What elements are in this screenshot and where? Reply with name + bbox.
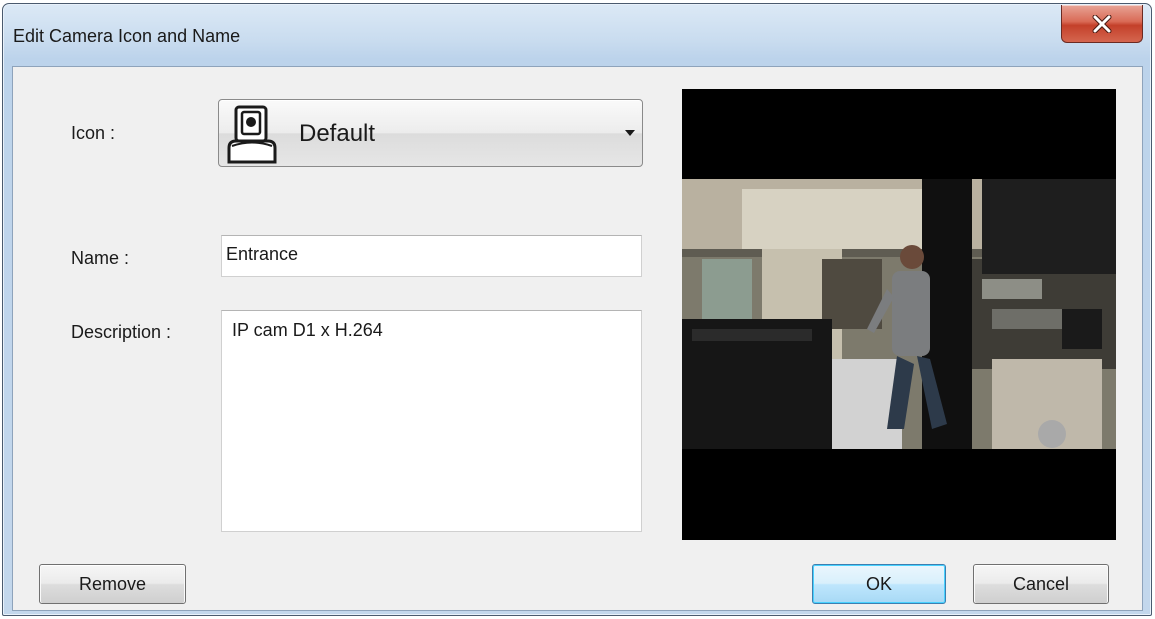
close-button[interactable] xyxy=(1061,5,1143,43)
camera-preview xyxy=(682,89,1116,540)
cancel-button[interactable]: Cancel xyxy=(973,564,1109,604)
name-label: Name : xyxy=(71,248,130,268)
dialog-window: Edit Camera Icon and Name Icon : Default… xyxy=(2,3,1152,616)
camera-preview-image xyxy=(682,179,1116,449)
icon-dropdown-value: Default xyxy=(299,120,376,147)
title-bar[interactable]: Edit Camera Icon and Name xyxy=(3,4,1151,66)
ok-button[interactable]: OK xyxy=(812,564,946,604)
ptz-camera-icon xyxy=(227,105,277,164)
close-x-icon xyxy=(1092,14,1112,33)
icon-dropdown[interactable]: Default xyxy=(218,99,643,167)
name-input[interactable]: Entrance xyxy=(221,235,642,277)
icon-label: Icon : xyxy=(71,123,116,143)
description-textarea[interactable]: IP cam D1 x H.264 xyxy=(221,310,642,532)
chevron-down-icon xyxy=(625,130,635,136)
remove-button[interactable]: Remove xyxy=(39,564,186,604)
dialog-title: Edit Camera Icon and Name xyxy=(13,26,241,46)
description-label: Description : xyxy=(71,322,172,342)
dialog-content: Icon : Default Name : Entrance Descripti… xyxy=(12,66,1143,611)
